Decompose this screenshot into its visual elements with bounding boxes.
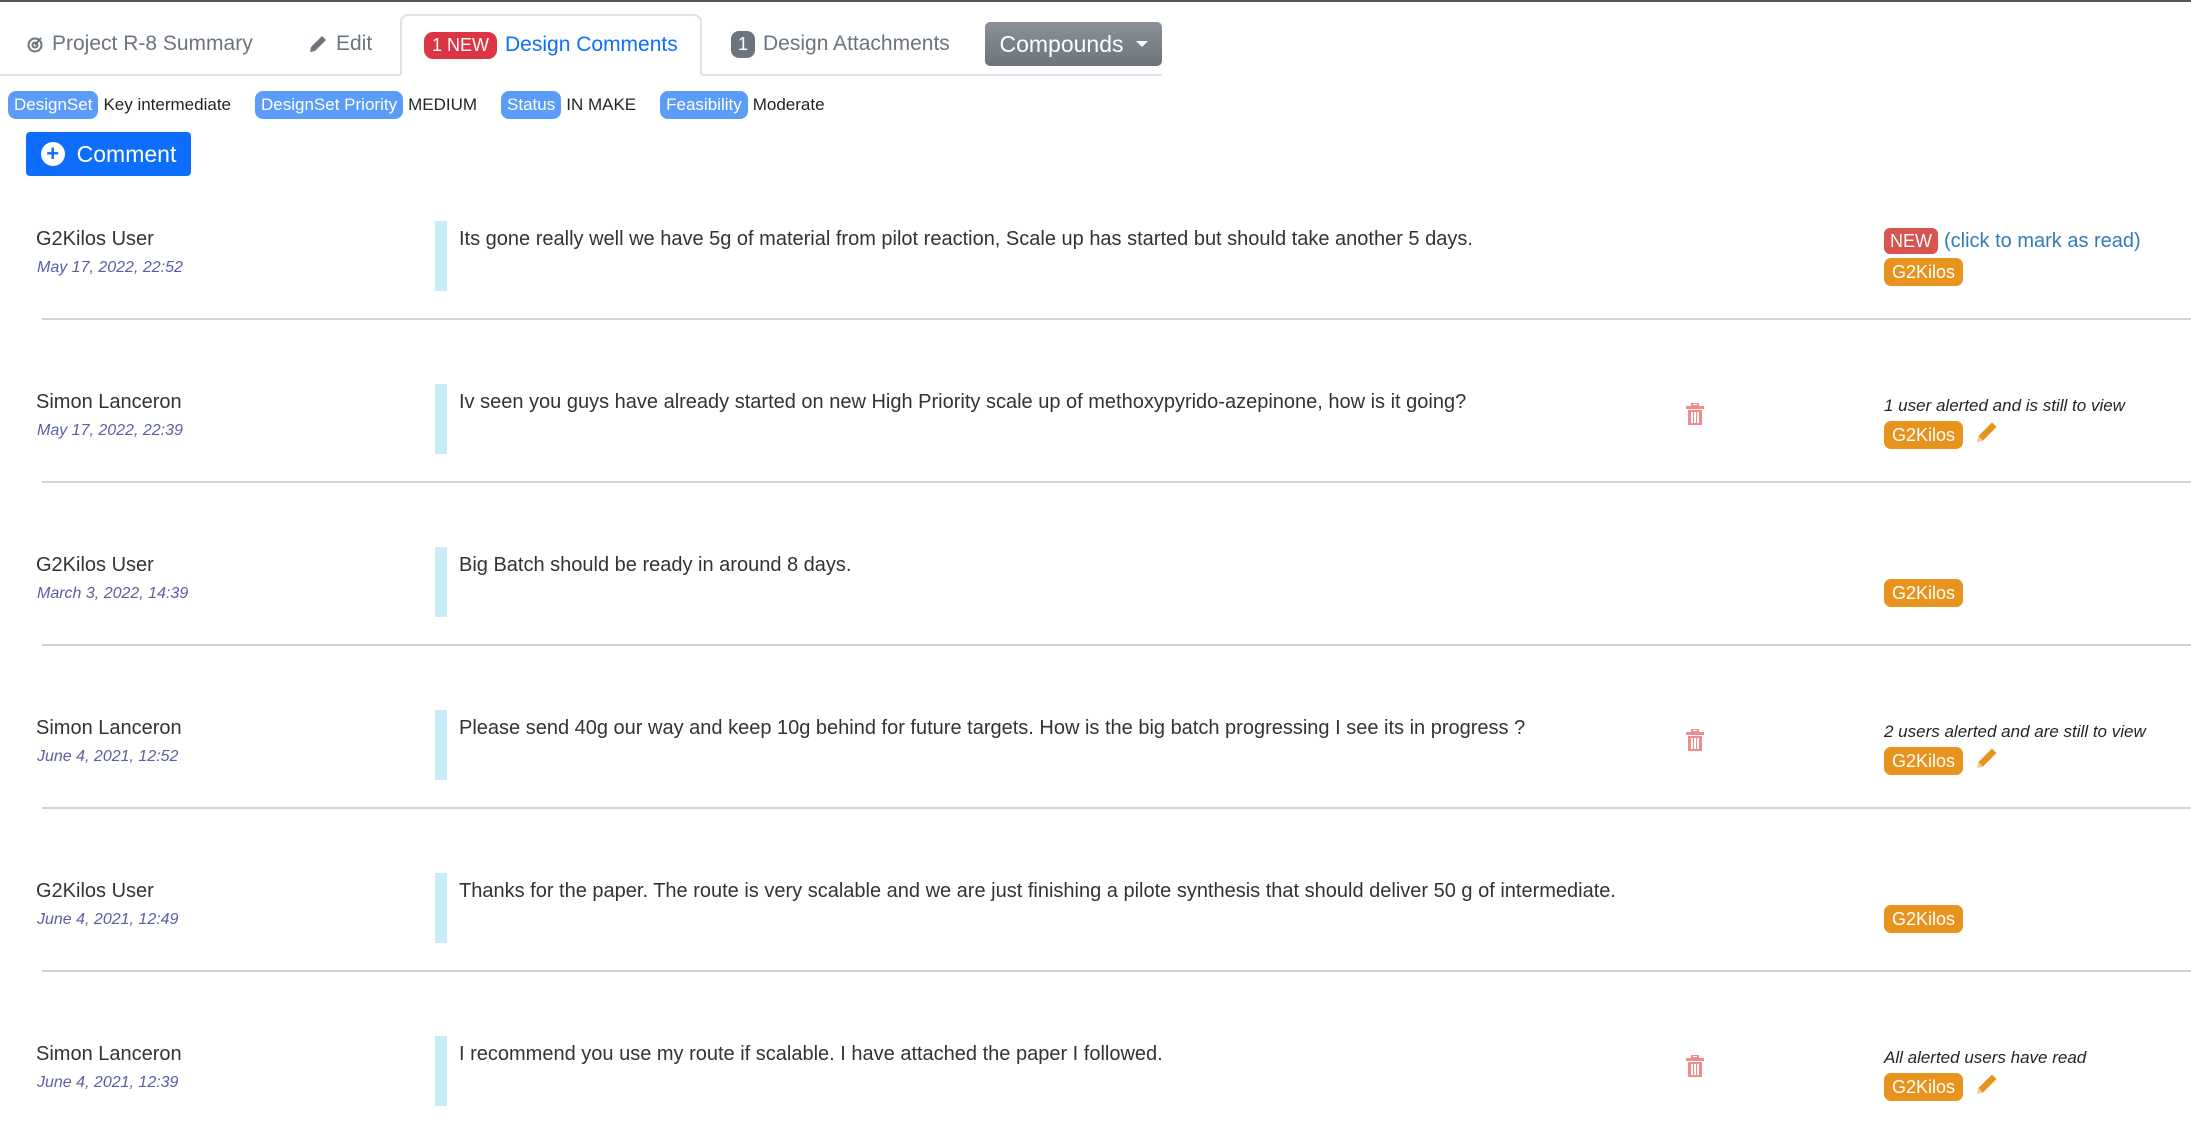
tab-label: Design Attachments	[763, 32, 950, 55]
trash-icon	[1686, 728, 1704, 755]
comment-date: May 17, 2022, 22:39	[37, 422, 183, 439]
alert-status-text: 1 user alerted and is still to view	[1884, 396, 2125, 415]
pencil-icon	[308, 34, 328, 54]
edit-alert-button[interactable]	[1975, 420, 1999, 449]
comment-author: G2Kilos User	[36, 880, 154, 902]
tab-bar: Project R-8 Summary Edit 1 NEW Design Co…	[0, 14, 1162, 76]
quote-bar	[435, 1036, 447, 1106]
new-badge: NEW	[1884, 228, 1938, 254]
meta-value: Key intermediate	[103, 95, 232, 114]
delete-comment-button[interactable]	[1686, 402, 1704, 425]
edit-alert-button[interactable]	[1975, 746, 1999, 775]
comment-status: All alerted users have read G2Kilos	[1884, 1048, 2086, 1101]
tab-project-summary[interactable]: Project R-8 Summary	[26, 14, 253, 74]
comment-date: May 17, 2022, 22:52	[37, 259, 183, 276]
meta-designset: DesignSet Key intermediate	[8, 91, 231, 119]
attachments-count-badge: 1	[731, 30, 756, 58]
pencil-icon	[1975, 420, 1999, 449]
compounds-dropdown-button[interactable]: Compounds	[985, 22, 1162, 66]
comment-text: Its gone really well we have 5g of mater…	[459, 228, 1473, 250]
meta-badge: Status	[501, 91, 562, 119]
comment-row: Simon Lanceron June 4, 2021, 12:52 Please …	[0, 644, 2191, 809]
team-badge: G2Kilos	[1884, 746, 1964, 775]
quote-bar	[435, 384, 447, 454]
team-badge: G2Kilos	[1884, 420, 1964, 449]
comment-status: 1 user alerted and is still to view G2Kil…	[1884, 396, 2125, 449]
comment-date: March 3, 2022, 14:39	[37, 585, 189, 602]
comment-date: June 4, 2021, 12:49	[37, 911, 179, 928]
trash-icon	[1686, 402, 1704, 429]
comment-row: G2Kilos User June 4, 2021, 12:49 Thanks fo…	[0, 807, 2191, 972]
comment-author: Simon Lanceron	[36, 1043, 182, 1065]
caret-down-icon	[1135, 41, 1148, 47]
trash-icon	[1686, 1054, 1704, 1081]
team-badge: G2Kilos	[1884, 1072, 1964, 1101]
comment-date: June 4, 2021, 12:52	[37, 748, 179, 765]
comment-status: 2 users alerted and are still to view G2K…	[1884, 722, 2146, 775]
comment-status: G2Kilos	[1884, 575, 1964, 607]
comment-text: I recommend you use my route if scalable…	[459, 1043, 1163, 1065]
meta-value: IN MAKE	[566, 95, 637, 114]
comment-author: Simon Lanceron	[36, 717, 182, 739]
edit-alert-button[interactable]	[1975, 1072, 1999, 1101]
quote-bar	[435, 873, 447, 943]
meta-value: MEDIUM	[408, 95, 478, 114]
team-badge: G2Kilos	[1884, 579, 1964, 607]
meta-value: Moderate	[752, 95, 825, 114]
comment-row: G2Kilos User May 17, 2022, 22:52 Its gone …	[0, 155, 2191, 320]
meta-badge: DesignSet	[8, 91, 99, 119]
tab-label: Design Comments	[505, 33, 678, 56]
comment-text: Thanks for the paper. The route is very …	[459, 880, 1616, 902]
comment-status: NEW (click to mark as read) G2Kilos	[1884, 228, 2141, 286]
alert-status-text: All alerted users have read	[1884, 1048, 2087, 1067]
meta-badge: Feasibility	[660, 91, 748, 119]
meta-feasibility: Feasibility Moderate	[660, 91, 825, 119]
quote-bar	[435, 221, 447, 291]
comment-row: Simon Lanceron June 4, 2021, 12:39 I recom…	[0, 970, 2191, 1133]
comment-author: G2Kilos User	[36, 228, 154, 250]
comment-author: G2Kilos User	[36, 554, 154, 576]
comment-text: Big Batch should be ready in around 8 da…	[459, 554, 852, 576]
quote-bar	[435, 547, 447, 617]
comment-status: G2Kilos	[1884, 901, 1964, 933]
design-meta: DesignSet Key intermediate DesignSet Pri…	[8, 91, 849, 119]
delete-comment-button[interactable]	[1686, 728, 1704, 751]
new-count-badge: 1 NEW	[424, 31, 498, 59]
comment-author: Simon Lanceron	[36, 391, 182, 413]
comment-row: Simon Lanceron May 17, 2022, 22:39 Iv seen…	[0, 318, 2191, 483]
meta-status: Status IN MAKE	[501, 91, 636, 119]
comment-text: Iv seen you guys have already started on…	[459, 391, 1467, 413]
team-badge: G2Kilos	[1884, 905, 1964, 933]
tab-design-comments[interactable]: 1 NEW Design Comments	[400, 14, 702, 76]
tab-label: Edit	[336, 32, 373, 55]
comment-date: June 4, 2021, 12:39	[37, 1074, 179, 1091]
tab-edit[interactable]: Edit	[308, 14, 372, 74]
meta-designset-priority: DesignSet Priority MEDIUM	[255, 91, 477, 119]
mark-as-read-link[interactable]: (click to mark as read)	[1944, 230, 2141, 252]
comment-text: Please send 40g our way and keep 10g beh…	[459, 717, 1526, 739]
delete-comment-button[interactable]	[1686, 1054, 1704, 1077]
target-icon	[26, 35, 44, 53]
pencil-icon	[1975, 1072, 1999, 1101]
alert-status-text: 2 users alerted and are still to view	[1884, 722, 2146, 741]
team-badge: G2Kilos	[1884, 258, 1964, 286]
meta-badge: DesignSet Priority	[255, 91, 404, 119]
comment-row: G2Kilos User March 3, 2022, 14:39 Big Batc…	[0, 481, 2191, 646]
quote-bar	[435, 710, 447, 780]
tab-label: Project R-8 Summary	[52, 32, 253, 55]
pencil-icon	[1975, 746, 1999, 775]
compounds-label: Compounds	[999, 30, 1124, 57]
tab-design-attachments[interactable]: 1 Design Attachments	[731, 14, 950, 74]
